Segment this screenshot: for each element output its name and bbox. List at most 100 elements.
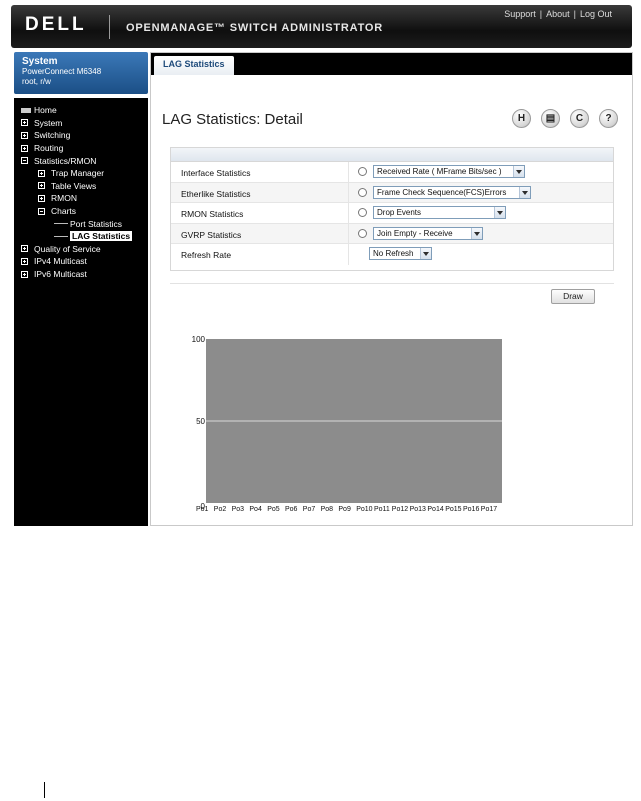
x-tick-label: Po6 [285,506,298,513]
nav-item-label: System [34,117,63,128]
header-divider [109,15,110,39]
x-tick-label: Po11 [374,506,390,513]
refresh-glyph: C [575,113,584,124]
nav-item-ipv4-multicast[interactable]: IPv4 Multicast [14,255,148,268]
nav-item-ipv6-multicast[interactable]: IPv6 Multicast [14,268,148,281]
gvrp-statistics-radio[interactable] [358,228,367,238]
help-glyph: ? [605,113,612,124]
column-divider [348,182,349,203]
expand-icon[interactable] [38,169,45,177]
x-tick-label: Po14 [427,506,443,513]
tab-lag-statistics[interactable]: LAG Statistics [154,56,234,75]
expand-icon[interactable] [21,144,28,152]
nav-item-rmon[interactable]: RMON [14,192,148,205]
help-icon[interactable]: ? [599,109,618,128]
nav-item-charts[interactable]: Charts [14,205,148,218]
expand-icon[interactable] [38,182,45,190]
nav-item-port-statistics[interactable]: Port Statistics [14,217,148,230]
expand-icon[interactable] [38,194,45,202]
refresh-rate-select[interactable]: No Refresh [369,247,432,261]
nav-item-label: LAG Statistics [70,231,133,242]
rmon-statistics-radio[interactable] [358,208,367,218]
chevron-down-icon [513,166,524,177]
interface-statistics-radio[interactable] [358,167,367,176]
rmon-statistics-select[interactable]: Drop Events [373,206,506,220]
column-divider [348,244,349,265]
draw-button[interactable]: Draw [551,289,595,304]
x-tick-label: Po8 [321,506,334,513]
nav-item-label: Switching [34,130,71,141]
logout-link[interactable]: Log Out [580,9,612,19]
top-links: Support | About | Log Out [504,9,612,19]
tab-bar: LAG Statistics [151,53,632,75]
about-link[interactable]: About [546,9,570,19]
interface-statistics-value: Received Rate ( MFrame Bits/sec ) [377,167,502,176]
nav-item-lag-statistics[interactable]: LAG Statistics [14,230,148,243]
nav-item-routing[interactable]: Routing [14,142,148,155]
chevron-down-icon [420,248,431,260]
rmon-statistics-label: RMON Statistics [181,209,244,220]
x-tick-label: Po7 [303,506,316,513]
x-tick-label: Po3 [232,506,245,513]
home-icon [21,107,31,113]
column-divider [348,223,349,244]
expand-icon[interactable] [21,131,28,139]
nav-item-label: IPv6 Multicast [34,269,87,280]
expand-icon[interactable] [21,257,28,265]
x-tick-label: Po12 [392,506,408,513]
expand-icon[interactable] [21,245,28,253]
nav-item-label: Trap Manager [51,168,105,179]
settings-table: Interface Statistics Received Rate ( MFr… [170,147,614,271]
nav-item-label: Quality of Service [34,243,101,254]
system-title: System [22,56,58,67]
save-icon[interactable]: H [512,109,531,128]
collapse-icon[interactable] [21,157,28,165]
support-link[interactable]: Support [504,9,536,19]
etherlike-statistics-value: Frame Check Sequence(FCS)Errors [377,187,507,197]
settings-row-rmon: RMON Statistics Drop Events [171,203,613,224]
app-header: DELL OPENMANAGE™ SWITCH ADMINISTRATOR Su… [11,5,632,48]
page-title: LAG Statistics: Detail [162,111,303,128]
expand-icon[interactable] [21,270,28,278]
x-tick-label: Po4 [249,506,262,513]
nav-item-home[interactable]: Home [14,104,148,117]
settings-row-interface: Interface Statistics Received Rate ( MFr… [171,162,613,183]
system-user: root, r/w [22,77,51,86]
tree-line-icon [54,235,68,237]
y-tick-label: 100 [192,335,206,344]
nav-item-trap-manager[interactable]: Trap Manager [14,167,148,180]
settings-table-header [171,148,613,162]
gvrp-statistics-select[interactable]: Join Empty - Receive [373,226,483,240]
y-tick-label: 50 [196,417,205,426]
etherlike-statistics-select[interactable]: Frame Check Sequence(FCS)Errors [373,185,531,199]
x-tick-label: Po13 [410,506,426,513]
save-glyph: H [517,113,526,124]
x-tick-label: Po15 [445,506,461,513]
nav-item-quality-of-service[interactable]: Quality of Service [14,243,148,256]
section-divider [170,283,614,284]
system-panel[interactable]: System PowerConnect M6348 root, r/w [14,52,148,94]
etherlike-statistics-radio[interactable] [358,187,367,197]
app-title: OPENMANAGE™ SWITCH ADMINISTRATOR [126,22,384,34]
nav-item-table-views[interactable]: Table Views [14,180,148,193]
refresh-icon[interactable]: C [570,109,589,128]
nav-item-system[interactable]: System [14,117,148,130]
interface-statistics-select[interactable]: Received Rate ( MFrame Bits/sec ) [373,165,525,178]
settings-row-refresh: Refresh Rate No Refresh [171,244,613,265]
x-tick-label: Po2 [214,506,227,513]
print-glyph: ▤ [545,113,556,124]
interface-statistics-label: Interface Statistics [181,168,251,178]
chevron-down-icon [494,207,505,219]
x-tick-label: Po5 [267,506,280,513]
collapse-icon[interactable] [38,207,45,215]
print-icon[interactable]: ▤ [541,109,560,128]
x-tick-label: Po17 [481,506,497,513]
dell-logo: DELL [25,14,87,35]
nav-item-statistics-rmon[interactable]: Statistics/RMON [14,154,148,167]
chevron-down-icon [519,186,530,198]
refresh-rate-label: Refresh Rate [181,250,232,261]
nav-item-label: Home [34,105,57,116]
tree-line-icon [54,223,68,225]
nav-item-switching[interactable]: Switching [14,129,148,142]
expand-icon[interactable] [21,119,28,127]
